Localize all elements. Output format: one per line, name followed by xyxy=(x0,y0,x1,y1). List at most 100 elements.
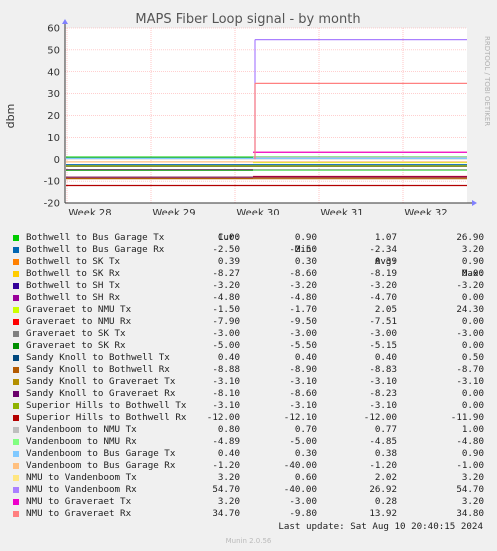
legend-min-value: 0.90 xyxy=(294,232,317,243)
legend-series-name: Graveraet to NMU Rx xyxy=(26,316,132,327)
y-tick-label: 60 xyxy=(47,24,60,35)
legend-avg-value: -3.10 xyxy=(369,376,397,387)
legend-min-value: -1.70 xyxy=(289,304,317,315)
legend-row: Vandenboom to Bus Garage Rx -1.20 -40.00 -1… xyxy=(12,460,490,472)
legend-swatch xyxy=(13,283,19,289)
legend-cur-value: -7.90 xyxy=(212,316,240,327)
legend-series-name: Vandenboom to NMU Rx xyxy=(26,436,137,447)
legend-avg-value: 0.28 xyxy=(374,496,397,507)
legend-swatch xyxy=(13,295,19,301)
legend-row: Graveraet to SK Tx -3.00 -3.00 -3.00 -3.00 xyxy=(12,328,490,340)
legend-avg-value: -4.70 xyxy=(369,292,397,303)
legend-row: Graveraet to SK Rx -5.00 -5.50 -5.15 0.00 xyxy=(12,340,490,352)
legend-swatch xyxy=(13,367,19,373)
legend-min-value: 0.40 xyxy=(294,352,317,363)
legend-max-value: 0.90 xyxy=(461,448,484,459)
legend-swatch xyxy=(13,271,19,277)
legend-max-value: 1.00 xyxy=(461,424,484,435)
y-tick-label: 10 xyxy=(47,133,60,144)
legend-swatch xyxy=(13,487,19,493)
legend-row: Sandy Knoll to Bothwell Rx -8.88 -8.90 -8.8… xyxy=(12,364,490,376)
legend-max-value: 0.00 xyxy=(461,268,484,279)
legend-series-name: Superior Hills to Bothwell Rx xyxy=(26,412,187,423)
legend-min-value: -4.80 xyxy=(289,292,317,303)
legend-row: Superior Hills to Bothwell Rx -12.00 -12.1… xyxy=(12,412,490,424)
legend-cur-value: 34.70 xyxy=(212,508,240,519)
legend-avg-value: -4.85 xyxy=(369,436,397,447)
legend-cur-value: -1.20 xyxy=(212,460,240,471)
legend-min-value: 0.30 xyxy=(294,448,317,459)
legend-series-name: Vandenboom to Bus Garage Rx xyxy=(26,460,176,471)
legend-min-value: -2.50 xyxy=(289,244,317,255)
legend-swatch xyxy=(13,475,19,481)
legend-min-value: -3.00 xyxy=(289,328,317,339)
legend-series-name: Graveraet to SK Tx xyxy=(26,328,126,339)
legend-cur-value: -12.00 xyxy=(206,412,240,423)
legend-cur-value: -8.27 xyxy=(212,268,240,279)
legend-series-name: Sandy Knoll to Graveraet Rx xyxy=(26,388,176,399)
legend-cur-value: 0.40 xyxy=(217,448,240,459)
legend-swatch xyxy=(13,379,19,385)
legend-min-value: -8.60 xyxy=(289,268,317,279)
legend-swatch xyxy=(13,427,19,433)
legend-swatch xyxy=(13,331,19,337)
legend-avg-value: -7.51 xyxy=(369,316,397,327)
legend-min-value: -3.20 xyxy=(289,280,317,291)
x-tick-label: Week 32 xyxy=(404,208,447,215)
legend-series-name: Superior Hills to Bothwell Tx xyxy=(26,400,187,411)
legend-row: Graveraet to NMU Rx -7.90 -9.50 -7.51 0.00 xyxy=(12,316,490,328)
legend-swatch xyxy=(13,439,19,445)
legend-swatch xyxy=(13,391,19,397)
legend-avg-value: -3.20 xyxy=(369,280,397,291)
legend-rows: Bothwell to Bus Garage Tx 1.00 0.90 1.07 26.… xyxy=(12,232,490,520)
legend-series-name: Vandenboom to NMU Tx xyxy=(26,424,137,435)
legend-row: NMU to Graveraet Rx 34.70 -9.80 13.92 34.80 xyxy=(12,508,490,520)
legend-cur-value: -3.00 xyxy=(212,328,240,339)
legend-row: NMU to Vandenboom Rx 54.70 -40.00 26.92 54.7… xyxy=(12,484,490,496)
x-axis-arrow-icon xyxy=(472,200,477,206)
legend-avg-value: 0.39 xyxy=(374,256,397,267)
legend-table: Cur: Min: Avg: Max: Bothwell to Bus Gara… xyxy=(12,220,490,520)
legend-cur-value: -5.00 xyxy=(212,340,240,351)
legend-avg-value: -1.20 xyxy=(369,460,397,471)
x-tick-label: Week 28 xyxy=(68,208,111,215)
legend-avg-value: -5.15 xyxy=(369,340,397,351)
legend-cur-value: 1.00 xyxy=(217,232,240,243)
legend-row: Superior Hills to Bothwell Tx -3.10 -3.10 -… xyxy=(12,400,490,412)
legend-row: Vandenboom to NMU Tx 0.80 0.70 0.77 1.00 xyxy=(12,424,490,436)
x-tick-label: Week 30 xyxy=(236,208,279,215)
legend-header: Cur: Min: Avg: Max: xyxy=(12,220,490,279)
legend-cur-value: 0.39 xyxy=(217,256,240,267)
x-tick-labels: Week 28 Week 29 Week 30 Week 31 Week 32 xyxy=(68,208,447,215)
legend-series-name: Graveraet to NMU Tx xyxy=(26,304,132,315)
legend-series-name: Bothwell to Bus Garage Tx xyxy=(26,232,165,243)
legend-min-value: -8.90 xyxy=(289,364,317,375)
legend-avg-value: 1.07 xyxy=(374,232,397,243)
legend-row: Bothwell to SK Tx 0.39 0.30 0.39 0.90 xyxy=(12,256,490,268)
x-tick-label: Week 29 xyxy=(152,208,195,215)
legend-avg-value: 0.40 xyxy=(374,352,397,363)
legend-swatch xyxy=(13,415,19,421)
legend-cur-value: -4.89 xyxy=(212,436,240,447)
legend-row: Bothwell to Bus Garage Rx -2.50 -2.50 -2.34… xyxy=(12,244,490,256)
legend-row: NMU to Graveraet Tx 3.20 -3.00 0.28 3.20 xyxy=(12,496,490,508)
legend-max-value: 0.00 xyxy=(461,292,484,303)
legend-swatch xyxy=(13,319,19,325)
legend-series-name: NMU to Graveraet Rx xyxy=(26,508,132,519)
y-tick-label: 20 xyxy=(47,111,60,122)
legend-max-value: -3.00 xyxy=(456,328,484,339)
munin-version: Munin 2.0.56 xyxy=(225,537,272,545)
legend-swatch xyxy=(13,307,19,313)
legend-cur-value: -3.20 xyxy=(212,280,240,291)
legend-swatch xyxy=(13,343,19,349)
legend-avg-value: -12.00 xyxy=(363,412,397,423)
last-update: Last update: Sat Aug 10 20:40:15 2024 xyxy=(278,521,483,532)
legend-swatch xyxy=(13,235,19,241)
y-tick-label: 50 xyxy=(47,45,60,56)
legend-min-value: -8.60 xyxy=(289,388,317,399)
legend-min-value: -9.50 xyxy=(289,316,317,327)
legend-cur-value: -8.10 xyxy=(212,388,240,399)
legend-avg-value: -3.10 xyxy=(369,400,397,411)
legend-max-value: 3.20 xyxy=(461,472,484,483)
legend-series-name: Bothwell to SH Rx xyxy=(26,292,121,303)
